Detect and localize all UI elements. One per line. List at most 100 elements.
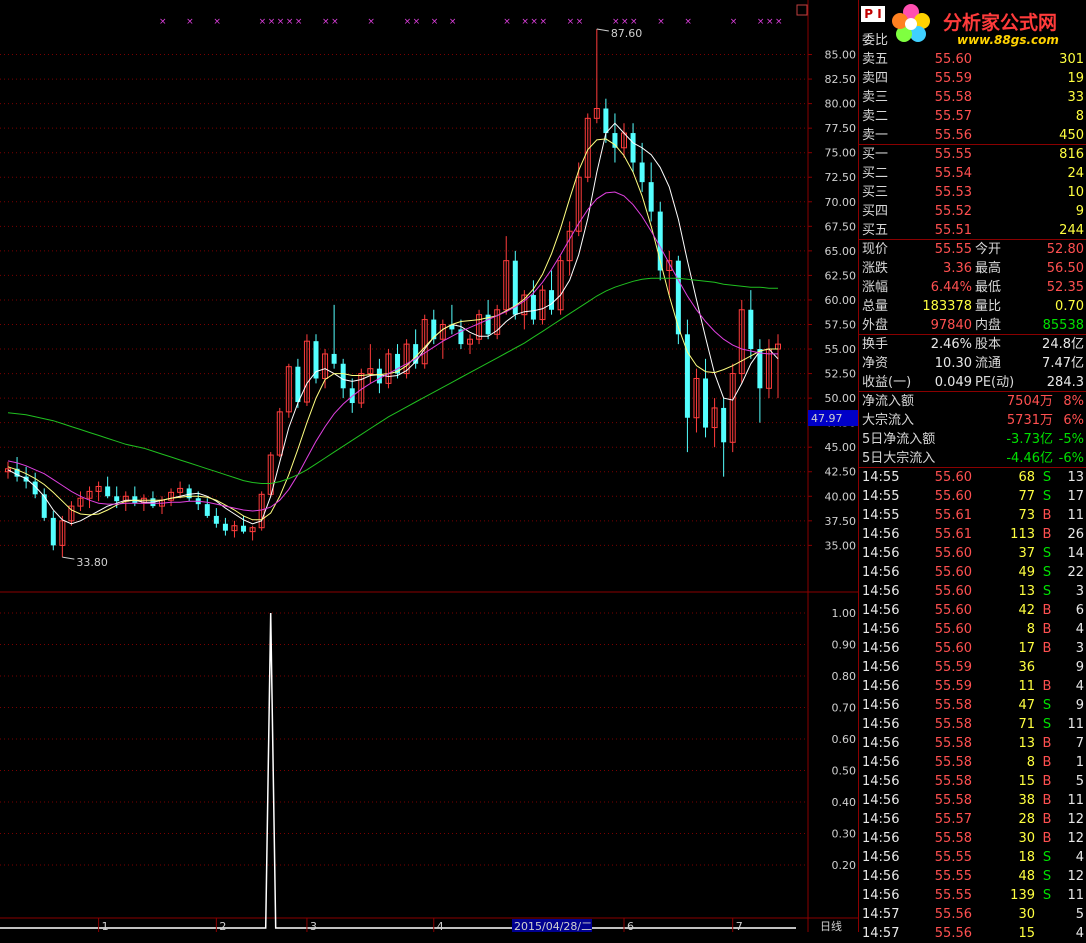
fundamental-label: 换手 [862,337,889,352]
stat-value: 6.44% [930,280,972,295]
tick-price: 55.61 [934,527,972,542]
signal-marker: × [766,17,774,27]
y-tick-label: 42.50 [825,466,857,479]
tick-count: 14 [1067,546,1084,561]
bid-row: 买二 55.54 24 [859,164,1086,183]
y-tick-label: 0.50 [832,765,857,778]
ask-volume: 33 [1067,90,1084,105]
fund-flow-row: 5日净流入额 -3.73亿 -5% [859,430,1086,449]
pane-toggle-icon [796,4,808,16]
period-label: 日线 [820,919,842,932]
tick-price: 55.59 [934,679,972,694]
fund-flow-value: 5731万 [1006,413,1053,428]
stat-label: 现价 [862,242,889,257]
candle-body [105,486,111,497]
tick-side: S [1042,850,1052,865]
tick-side: B [1042,736,1052,751]
tick-price: 55.60 [934,546,972,561]
tick-time: 14:56 [862,755,900,770]
stat-label: 外盘 [862,318,889,333]
candle-body [114,496,120,502]
tick-side: S [1042,489,1052,504]
tick-volume: 49 [1018,565,1035,580]
signal-marker: × [277,17,285,27]
ma-series-line [7,122,779,525]
tick-price: 55.57 [934,812,972,827]
signal-marker: × [539,17,547,27]
signal-marker: × [757,17,765,27]
tick-time: 14:56 [862,774,900,789]
x-tick-label: 6 [627,920,634,932]
trade-tick-row: 14:56 55.60 17 B 3 [859,639,1086,658]
trade-tick-row: 14:57 55.56 15 4 [859,924,1086,943]
tick-volume: 42 [1018,603,1035,618]
bid-label: 买五 [862,223,889,238]
tick-side: B [1042,793,1052,808]
y-tick-label: 77.50 [825,122,857,135]
signal-marker: × [413,17,421,27]
max-price-label: 87.60 [611,27,643,40]
signal-marker: × [259,17,267,27]
tick-time: 14:56 [862,812,900,827]
ask-label: 卖一 [862,128,889,143]
tick-side [1040,924,1054,943]
y-tick-label: 45.00 [825,441,857,454]
tick-price: 55.58 [934,774,972,789]
fund-flow-value: 7504万 [1006,394,1053,409]
candle-body [222,523,228,531]
y-tick-label: 82.50 [825,73,857,86]
candle-body [340,363,346,389]
trade-tick-row: 14:56 55.55 18 S 4 [859,848,1086,867]
candle-body [241,525,247,532]
candle-body [703,378,709,428]
tick-time: 14:56 [862,622,900,637]
tick-side: B [1042,831,1052,846]
tick-time: 14:56 [862,565,900,580]
ask-row: 卖一 55.56 450 [859,126,1086,145]
stat-label: 今开 [975,242,1002,257]
min-leader [62,556,75,560]
y-tick-label: 37.50 [825,515,857,528]
trade-tick-row: 14:56 55.58 38 B 11 [859,791,1086,810]
tick-price: 55.55 [934,869,972,884]
fundamental-value: 24.8亿 [1042,337,1084,352]
x-tick-label: 7 [736,920,743,932]
tick-count: 12 [1067,831,1084,846]
y-tick-label: 50.00 [825,392,857,405]
fund-flow-pct: 8% [1063,394,1084,409]
tick-volume: 71 [1018,717,1035,732]
ask-label: 卖五 [862,52,889,67]
tick-price: 55.60 [934,489,972,504]
max-leader [596,28,609,32]
tick-side [1040,905,1054,924]
tick-time: 14:56 [862,546,900,561]
y-tick-label: 0.90 [832,639,857,652]
fund-flow-pct: 6% [1063,413,1084,428]
tick-volume: 11 [1018,679,1035,694]
tick-volume: 15 [1018,774,1035,789]
fund-flow-value: -4.46亿 [1006,451,1053,466]
fundamental-label: 股本 [975,337,1002,352]
tick-count: 9 [1075,698,1084,713]
bid-volume: 244 [1059,223,1084,238]
tick-time: 14:56 [862,888,900,903]
signal-marker: × [684,17,692,27]
trade-tick-row: 14:56 55.59 36 9 [859,658,1086,677]
trade-tick-row: 14:56 55.55 139 S 11 [859,886,1086,905]
tick-count: 11 [1067,793,1084,808]
ask-price: 55.57 [934,109,972,124]
tick-time: 14:57 [862,907,900,922]
chart-area[interactable]: 85.00 82.50 80.00 77.50 75.00 72.50 70.00 67.50… [0,0,858,932]
current-price-tag: 47.97 [811,412,843,425]
tick-side: S [1042,470,1052,485]
tick-count: 3 [1075,584,1084,599]
tick-count: 26 [1067,527,1084,542]
stat-label: 内盘 [975,318,1002,333]
tick-volume: 48 [1018,869,1035,884]
fund-flow-label: 5日大宗流入 [862,451,936,466]
signal-marker: × [367,17,375,27]
signal-marker: × [657,17,665,27]
tick-time: 14:56 [862,603,900,618]
tick-volume: 18 [1018,850,1035,865]
fundamental-value: 0.049 [934,375,972,390]
